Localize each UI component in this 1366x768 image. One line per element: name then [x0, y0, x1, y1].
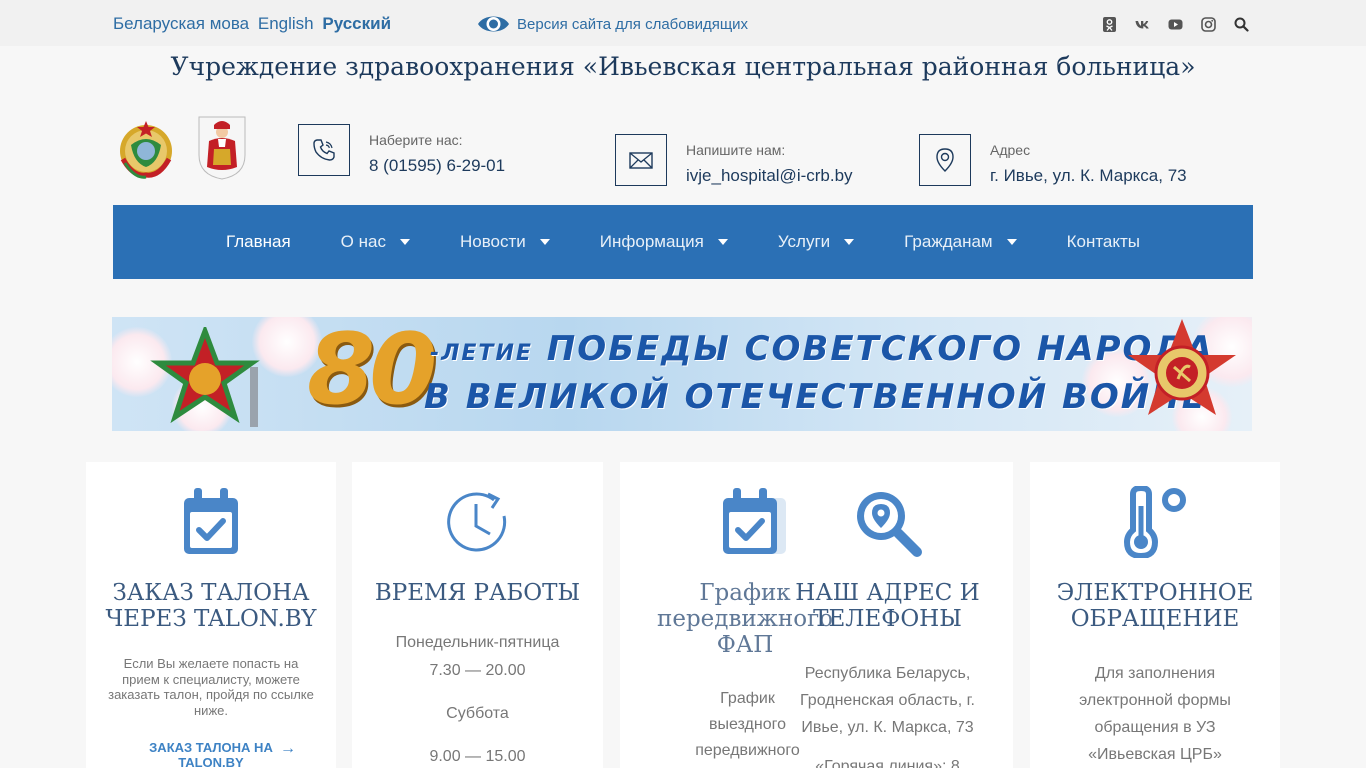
caret-down-icon [844, 239, 855, 245]
calendar-check-icon [184, 488, 238, 554]
phone-value[interactable]: 8 (01595) 6-29-01 [369, 156, 505, 176]
arrow-right-icon: → [280, 740, 296, 757]
weekday-hours: 7.30 — 20.00 [429, 662, 526, 679]
phone-label: Наберите нас: [369, 132, 463, 148]
phone-icon [313, 139, 335, 161]
card-working-hours: ВРЕМЯ РАБОТЫ Понедельник-пятница 7.30 — … [352, 462, 603, 768]
calendar-check-icon [723, 488, 786, 554]
address-value: г. Ивье, ул. К. Маркса, 73 [990, 166, 1187, 185]
card-title: ЗАКАЗ ТАЛОНА ЧЕРЕЗ TALON.BY [105, 580, 317, 632]
caret-down-icon [539, 239, 550, 245]
victory-80-banner[interactable]: 80 -ЛЕТИЕ ПОБЕДЫ СОВЕТСКОГО НАРОДА В ВЕЛ… [112, 317, 1252, 431]
victory-star-emblem-icon [150, 327, 260, 427]
hotline-text: «Горячая линия»: 8 [815, 758, 960, 768]
phone-box[interactable] [298, 124, 350, 176]
eye-icon [478, 16, 509, 32]
lang-english[interactable]: English [258, 14, 314, 33]
district-coat-of-arms-icon [198, 116, 246, 180]
caret-down-icon [1006, 239, 1017, 245]
email-label: Напишите нам: [686, 142, 786, 158]
social-links [1100, 15, 1265, 33]
card-title: ЭЛЕКТРОННОЕ ОБРАЩЕНИЕ [1056, 580, 1254, 632]
address-box[interactable] [919, 134, 971, 186]
nav-item-citizens[interactable]: Гражданам [904, 232, 1017, 252]
nav-item-information[interactable]: Информация [600, 232, 728, 252]
language-switcher: Беларуская мова English Русский [113, 14, 395, 34]
nav-item-about[interactable]: О нас [341, 232, 410, 252]
nav-item-contacts[interactable]: Контакты [1067, 232, 1140, 252]
nav-item-home[interactable]: Главная [226, 232, 291, 252]
email-value[interactable]: ivje_hospital@i-crb.by [686, 166, 853, 186]
email-box[interactable] [615, 134, 667, 186]
youtube-icon[interactable] [1166, 15, 1184, 33]
caret-down-icon [717, 239, 728, 245]
main-navigation: Главная О нас Новости Информация Услуги … [113, 205, 1253, 279]
banner-line-2: В ВЕЛИКОЙ ОТЕЧЕСТВЕННОЙ ВОЙНЕ [424, 377, 1207, 417]
caret-down-icon [399, 239, 410, 245]
instagram-icon[interactable] [1199, 15, 1217, 33]
emblems[interactable] [113, 115, 265, 181]
vision-version-label: Версия сайта для слабовидящих [517, 15, 749, 33]
vision-version-link[interactable]: Версия сайта для слабовидящих [477, 11, 748, 37]
banner-number: 80 [307, 317, 437, 427]
card-title: ВРЕМЯ РАБОТЫ [374, 580, 581, 606]
weekday-label: Понедельник-пятница [395, 634, 560, 651]
vk-icon[interactable] [1133, 15, 1151, 33]
top-bar: Беларуская мова English Русский Версия с… [0, 0, 1366, 46]
order-star-icon [1128, 319, 1236, 415]
address-text: Республика Беларусь, Гродненская область… [790, 660, 985, 741]
card-text: Для заполнения электронной формы обращен… [1079, 665, 1231, 763]
lang-belarusian[interactable]: Беларуская мова [113, 14, 249, 33]
belarus-emblem-icon [120, 121, 172, 179]
saturday-label: Суббота [446, 705, 509, 722]
envelope-icon [629, 152, 653, 169]
search-icon[interactable] [1232, 15, 1250, 33]
clock-icon [446, 492, 506, 552]
lang-russian[interactable]: Русский [322, 14, 391, 33]
card-electronic-appeal: ЭЛЕКТРОННОЕ ОБРАЩЕНИЕ Для заполнения эле… [1030, 462, 1280, 768]
site-title: Учреждение здравоохранения «Ивьевская це… [170, 52, 1196, 81]
card-text: Если Вы желаете попасть на прием к специ… [108, 656, 314, 718]
address-label: Адрес [990, 142, 1031, 158]
thermometer-icon [1123, 486, 1186, 558]
saturday-hours: 9.00 — 15.00 [429, 748, 526, 765]
card-title: НАШ АДРЕС И ТЕЛЕФОНЫ [795, 580, 980, 632]
talon-order-link[interactable]: ЗАКАЗ ТАЛОНА НА TALON.BY → [126, 740, 296, 768]
banner-line-1: -ЛЕТИЕ ПОБЕДЫ СОВЕТСКОГО НАРОДА [430, 329, 1215, 369]
card-mobile-fap-and-address: График передвижного ФАП НАШ АДРЕС И ТЕЛЕ… [620, 462, 1013, 768]
search-location-icon [857, 492, 922, 557]
odnoklassniki-icon[interactable] [1100, 15, 1118, 33]
card-talon-order: ЗАКАЗ ТАЛОНА ЧЕРЕЗ TALON.BY Если Вы жела… [86, 462, 336, 768]
nav-item-services[interactable]: Услуги [778, 232, 855, 252]
map-pin-icon [936, 148, 954, 172]
nav-item-news[interactable]: Новости [460, 232, 550, 252]
